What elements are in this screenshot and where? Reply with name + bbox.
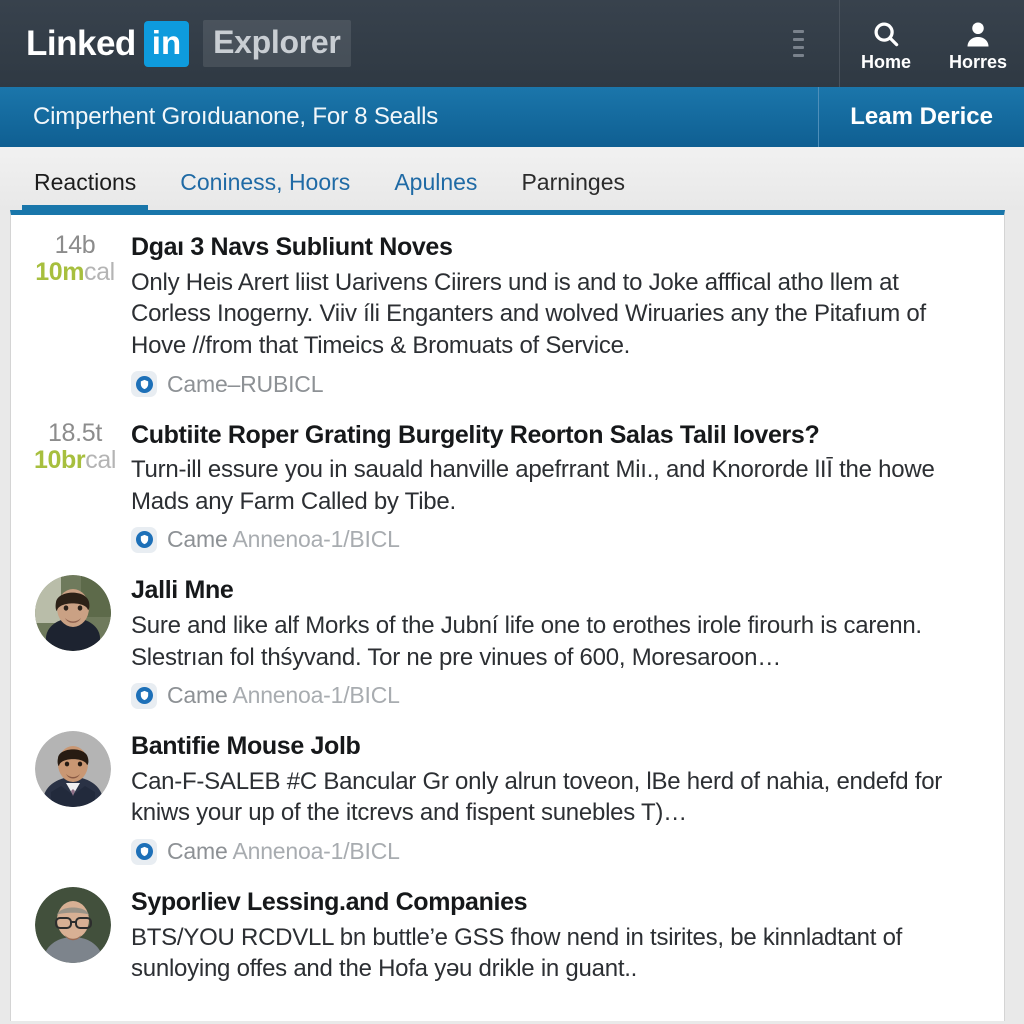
tab-reactions[interactable]: Reactions: [12, 169, 158, 210]
tab-apulnes[interactable]: Apulnes: [372, 169, 499, 210]
tab-parninges[interactable]: Parninges: [499, 169, 647, 210]
shield-check-icon: [131, 838, 157, 865]
tab-apulnes-label: Apulnes: [394, 169, 478, 195]
list-item[interactable]: Jalli Mne Sure and like alf Morks of the…: [11, 557, 1004, 713]
list-item[interactable]: 18.5t 10brcal Cubtiite Roper Grating Bur…: [11, 402, 1004, 558]
logo-text-primary: Linked: [26, 24, 136, 63]
list-item[interactable]: 14b 10mcal Dgaı 3 Navs Subliunt Noves On…: [11, 215, 1004, 402]
item-title[interactable]: Jalli Mne: [131, 575, 978, 606]
avatar[interactable]: [35, 731, 111, 808]
metric-unit: cal: [85, 445, 116, 474]
item-meta-source: Came: [167, 526, 228, 553]
metric-value: 10m: [35, 258, 85, 287]
tab-coniness-hoors-label: Coniness, Hoors: [180, 169, 351, 195]
shield-check-icon: [131, 526, 157, 553]
item-title[interactable]: Cubtiite Roper Grating Burgelity Reorton…: [131, 420, 978, 451]
list-item[interactable]: Syporliev Lessing.and Companies BTS/YOU …: [11, 869, 1004, 989]
item-text: BTS/YOU RCDVLL bn buttle’e GSS fhow nend…: [131, 923, 903, 983]
tab-reactions-label: Reactions: [34, 169, 137, 195]
avatar-photo-man-dark-shirt: [35, 575, 111, 652]
item-meta: Came–RUBICL: [131, 371, 978, 398]
list-item[interactable]: Bantifie Mouse Jolb Can-F-SALEB #C Bancu…: [11, 713, 1004, 869]
content-stage: 14b 10mcal Dgaı 3 Navs Subliunt Noves On…: [0, 210, 1024, 1021]
tab-bar: Reactions Coniness, Hoors Apulnes Parnin…: [0, 147, 1024, 210]
nav-item-home[interactable]: Home: [840, 0, 932, 87]
nav-item-profile-label: Horres: [948, 51, 1008, 72]
shield-check-icon: [131, 682, 157, 709]
avatar[interactable]: [35, 887, 111, 964]
item-meta-detail: Annenoa-1/BICL: [232, 838, 400, 865]
item-title[interactable]: Bantifie Mouse Jolb: [131, 731, 978, 762]
nav-item-home-label: Home: [860, 51, 911, 72]
item-metrics: 14b 10mcal: [11, 232, 131, 398]
item-text: Turn-ill essure you in sauald hanville a…: [131, 456, 935, 515]
item-meta: Came Annenoa-1/BICL: [131, 838, 978, 865]
item-body: Cubtiite Roper Grating Burgelity Reorton…: [131, 420, 1004, 554]
header-actions: Home Horres: [781, 0, 1024, 87]
banner-message: Cimperhent Groıduanone, For 8 Sealls: [33, 103, 439, 130]
nav-item-profile[interactable]: Horres: [932, 0, 1024, 87]
metric-primary: 18.5t: [47, 418, 103, 447]
notification-banner: Cimperhent Groıduanone, For 8 Sealls Lea…: [0, 87, 1024, 147]
metric-primary: 14b: [54, 231, 96, 259]
item-meta-label: Came Annenoa-1/BICL: [167, 682, 400, 709]
avatar[interactable]: [35, 575, 111, 652]
item-meta-label: Came Annenoa-1/BICL: [167, 526, 400, 553]
item-meta-label: Came Annenoa-1/BICL: [167, 838, 400, 865]
item-meta: Came Annenoa-1/BICL: [131, 526, 978, 553]
feed-card: 14b 10mcal Dgaı 3 Navs Subliunt Noves On…: [10, 210, 1005, 1021]
item-text: Only Heis Arert liist Uarivens Ciirers u…: [131, 268, 926, 359]
banner-action-button[interactable]: Leam Derice: [819, 87, 1024, 147]
item-meta-label: Came–RUBICL: [167, 370, 324, 397]
banner-action-wrap: Leam Derice: [818, 87, 1024, 147]
item-meta-detail: Annenoa-1/BICL: [232, 526, 400, 553]
shield-check-icon: [131, 371, 157, 398]
item-meta-detail: Annenoa-1/BICL: [232, 682, 400, 709]
metric-unit: cal: [84, 258, 115, 287]
logo-text-secondary: Explorer: [203, 20, 351, 67]
item-body: Bantifie Mouse Jolb Can-F-SALEB #C Bancu…: [131, 731, 1004, 865]
tab-parninges-label: Parninges: [521, 169, 626, 195]
item-body: Syporliev Lessing.and Companies BTS/YOU …: [131, 887, 1004, 985]
item-metrics: 18.5t 10brcal: [11, 418, 131, 554]
item-title[interactable]: Dgaı 3 Navs Subliunt Noves: [131, 232, 978, 263]
metric-value: 10br: [34, 445, 86, 474]
search-icon: [871, 19, 901, 49]
item-body: Jalli Mne Sure and like alf Morks of the…: [131, 575, 1004, 709]
item-text: Can-F-SALEB #C Bancular Gr only alrun to…: [131, 767, 943, 827]
metric-secondary: 10brcal: [19, 446, 131, 475]
avatar-photo-man-suit: [35, 731, 111, 808]
avatar-photo-man-glasses: [35, 887, 111, 964]
item-meta-source: Came: [167, 838, 228, 865]
tab-coniness-hoors[interactable]: Coniness, Hoors: [158, 169, 372, 210]
item-body: Dgaı 3 Navs Subliunt Noves Only Heis Are…: [131, 232, 1004, 398]
item-text: Sure and like alf Morks of the Jubní lif…: [131, 611, 922, 671]
metric-secondary: 10mcal: [19, 258, 131, 287]
vertical-dashes-icon[interactable]: [781, 19, 815, 69]
item-meta-source: Came: [167, 682, 228, 709]
person-icon: [963, 19, 993, 49]
item-title[interactable]: Syporliev Lessing.and Companies: [131, 887, 978, 918]
app-header: Linked in Explorer Home Horres: [0, 0, 1024, 87]
logo-badge-in: in: [143, 20, 190, 67]
app-logo[interactable]: Linked in Explorer: [26, 20, 351, 67]
item-meta: Came Annenoa-1/BICL: [131, 682, 978, 709]
